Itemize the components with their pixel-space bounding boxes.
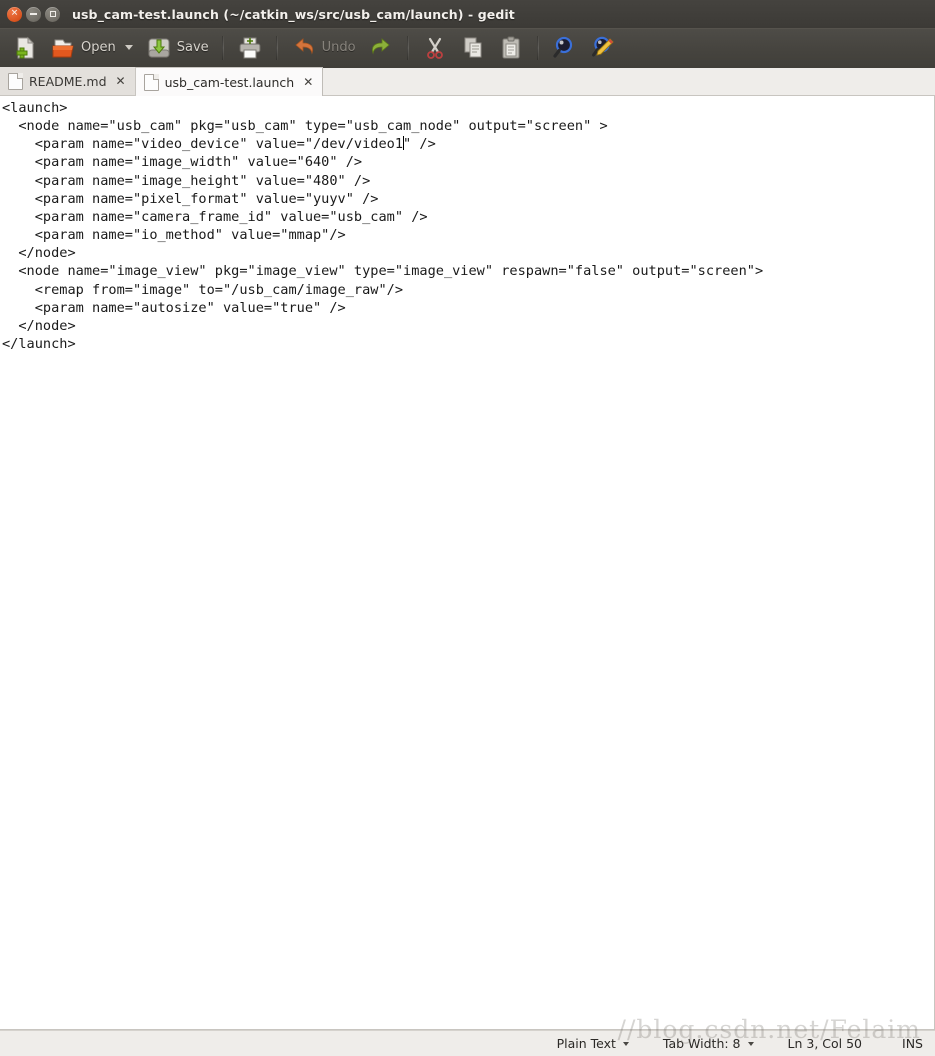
new-document-icon	[12, 35, 38, 61]
close-icon: ✕	[10, 8, 19, 18]
code-line-10: <node name="image_view" pkg="image_view"…	[2, 263, 764, 280]
insert-mode-label: INS	[902, 1036, 923, 1051]
chevron-down-icon	[622, 1041, 629, 1046]
toolbar-separator-1	[221, 35, 224, 60]
code-line-2: <node name="usb_cam" pkg="usb_cam" type=…	[2, 118, 608, 135]
code-line-13: </node>	[2, 317, 76, 334]
minimize-icon	[30, 13, 37, 15]
open-button[interactable]: Open	[44, 31, 122, 65]
cursor-position: Ln 3, Col 50	[788, 1036, 863, 1051]
tab-label: README.md	[29, 73, 107, 89]
chevron-down-icon	[747, 1041, 754, 1046]
tab-label: usb_cam-test.launch	[164, 74, 295, 90]
redo-arrow-icon	[368, 35, 394, 61]
copy-button[interactable]	[454, 31, 492, 65]
code-line-7: <param name="camera_frame_id" value="usb…	[2, 208, 428, 225]
status-bar: //blog.csdn.net/Felaim Plain Text Tab Wi…	[0, 1015, 935, 1056]
new-document-button[interactable]	[6, 31, 44, 65]
open-label: Open	[81, 40, 116, 55]
language-label: Plain Text	[556, 1036, 616, 1051]
document-icon	[8, 72, 23, 90]
minimize-button[interactable]	[26, 6, 41, 22]
tab-readme-md[interactable]: README.md ✕	[0, 67, 136, 95]
insert-mode[interactable]: INS	[902, 1036, 923, 1051]
code-line-3-before-caret: <param name="video_device" value="/dev/v…	[2, 136, 404, 153]
maximize-button[interactable]	[45, 6, 60, 22]
code-line-11: <remap from="image" to="/usb_cam/image_r…	[2, 281, 404, 298]
find-button[interactable]	[546, 31, 584, 65]
copy-pages-icon	[460, 35, 486, 61]
undo-button[interactable]: Undo	[285, 31, 362, 65]
cut-button[interactable]	[416, 31, 454, 65]
code-line-8: <param name="io_method" value="mmap"/>	[2, 227, 346, 244]
undo-arrow-icon	[291, 35, 317, 61]
language-selector[interactable]: Plain Text	[557, 1036, 629, 1051]
gedit-window: ✕ usb_cam-test.launch (~/catkin_ws/src/u…	[0, 0, 935, 1056]
code-line-5: <param name="image_height" value="480" /…	[2, 172, 371, 189]
tab-width-label: Tab Width: 8	[662, 1036, 741, 1051]
code-line-9: </node>	[2, 245, 76, 262]
save-button[interactable]: Save	[140, 31, 215, 65]
print-button[interactable]	[231, 31, 269, 65]
editor-area[interactable]: <launch> <node name="usb_cam" pkg="usb_c…	[0, 96, 935, 1030]
undo-label: Undo	[321, 40, 356, 55]
cursor-position-label: Ln 3, Col 50	[787, 1036, 863, 1051]
code-line-1: <launch>	[2, 100, 68, 116]
save-label: Save	[176, 40, 209, 55]
clipboard-icon	[498, 35, 524, 61]
open-dropdown-chevron-down-icon[interactable]	[124, 45, 133, 50]
code-line-6: <param name="pixel_format" value="yuyv" …	[2, 190, 379, 207]
magnifier-pencil-icon	[590, 35, 616, 61]
title-bar: ✕ usb_cam-test.launch (~/catkin_ws/src/u…	[0, 0, 935, 28]
document-icon	[143, 73, 159, 91]
toolbar-separator-2	[275, 35, 278, 60]
tab-close-icon[interactable]: ✕	[116, 75, 126, 87]
toolbar: Open Save Undo	[0, 28, 935, 66]
toolbar-separator-3	[406, 35, 409, 60]
window-controls: ✕	[0, 6, 60, 22]
open-folder-icon	[50, 35, 76, 61]
paste-button[interactable]	[492, 31, 530, 65]
replace-button[interactable]	[584, 31, 622, 65]
tab-close-icon[interactable]: ✕	[303, 76, 313, 88]
magnifier-icon	[552, 35, 578, 61]
tab-width-selector[interactable]: Tab Width: 8	[663, 1036, 754, 1051]
redo-button[interactable]	[362, 31, 400, 65]
code-line-4: <param name="image_width" value="640" />	[2, 154, 363, 171]
toolbar-separator-4	[536, 35, 539, 60]
maximize-icon	[49, 11, 56, 17]
close-button[interactable]: ✕	[7, 6, 22, 22]
code-line-12: <param name="autosize" value="true" />	[2, 299, 346, 316]
printer-icon	[237, 35, 263, 61]
save-disk-icon	[146, 35, 172, 61]
code-line-3-after-caret: " />	[403, 136, 436, 153]
window-title: usb_cam-test.launch (~/catkin_ws/src/usb…	[72, 6, 515, 22]
code-line-14: </launch>	[2, 336, 76, 353]
code-content[interactable]: <launch> <node name="usb_cam" pkg="usb_c…	[0, 96, 934, 353]
tab-bar: README.md ✕ usb_cam-test.launch ✕	[0, 66, 935, 96]
tab-usb-cam-test-launch[interactable]: usb_cam-test.launch ✕	[135, 67, 324, 96]
scissors-icon	[422, 35, 448, 61]
